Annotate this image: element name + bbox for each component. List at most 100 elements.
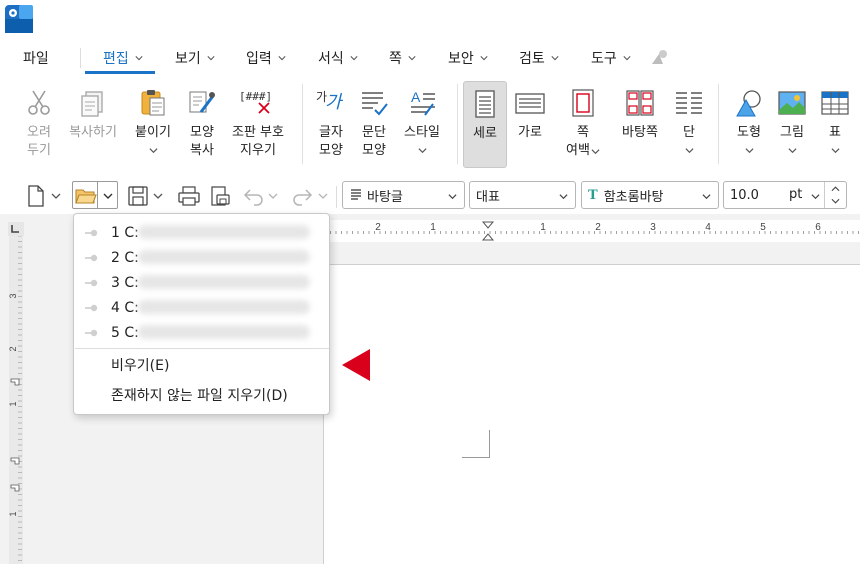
font-size-unit: pt (789, 187, 803, 202)
paste-button[interactable]: 붙이기 (133, 88, 173, 155)
char-shape-button[interactable]: 가 가 글자 모양 (316, 88, 346, 160)
chevron-down-icon[interactable] (268, 191, 278, 201)
pin-icon[interactable] (84, 328, 98, 338)
recent-file-item[interactable]: 2 C: (74, 245, 329, 270)
page-margin-corner-mark (462, 430, 490, 458)
menu-edit[interactable]: 편집 (103, 46, 143, 70)
menu-review[interactable]: 검토 (519, 46, 559, 70)
cut-label-2: 두기 (27, 143, 51, 158)
chevron-down-icon (207, 56, 215, 61)
clear-marks-label-2: 지우기 (240, 143, 276, 158)
ribbon-separator (302, 84, 303, 164)
print-preview-icon[interactable] (208, 184, 232, 208)
share-feedback-icon[interactable] (650, 48, 670, 66)
clear-marks-button[interactable]: [###] 조판 부호 지우기 (229, 88, 287, 160)
menu-tools[interactable]: 도구 (591, 46, 631, 70)
red-x-icon (258, 102, 270, 114)
margin-marker-icon[interactable] (10, 484, 20, 492)
menu-review-label: 검토 (519, 51, 545, 67)
copy-button[interactable]: 복사하기 (66, 88, 120, 142)
red-pointer-arrow-icon (342, 349, 370, 381)
chevron-down-icon[interactable] (831, 197, 840, 205)
margin-marker-icon[interactable] (10, 457, 20, 465)
recent-file-item[interactable]: 5 C: (74, 320, 329, 345)
landscape-button[interactable]: 가로 (512, 88, 548, 142)
recent-file-number: 4 C: (111, 299, 139, 316)
chevron-down-icon (787, 148, 797, 154)
new-document-icon[interactable] (24, 184, 48, 208)
vertical-ruler[interactable]: 3 2 1 1 (9, 236, 23, 564)
recent-file-item[interactable]: 4 C: (74, 295, 329, 320)
menu-page[interactable]: 쪽 (389, 46, 416, 70)
font-size-combo[interactable]: 10.0 pt (723, 181, 847, 209)
shape-icon (736, 90, 761, 117)
para-shape-button[interactable]: 문단 모양 (358, 88, 390, 160)
para-shape-label-2: 모양 (362, 143, 386, 158)
chevron-down-icon (135, 56, 143, 61)
ruler-tab-toggle-icon[interactable] (8, 222, 24, 236)
ruler-label: 3 (9, 293, 18, 298)
portrait-button[interactable]: 세로 (463, 81, 507, 168)
style-combo-value: 바탕글 (367, 189, 403, 205)
table-button[interactable]: 표 (820, 88, 850, 155)
undo-icon[interactable] (242, 184, 266, 208)
menu-security[interactable]: 보안 (448, 46, 488, 70)
picture-icon (778, 91, 806, 115)
chevron-up-icon[interactable] (831, 185, 840, 193)
style-combo[interactable]: 바탕글 (342, 181, 465, 209)
style-label: 스타일 (404, 125, 440, 140)
language-combo[interactable]: 대표 (469, 181, 576, 209)
chevron-down-icon (417, 148, 427, 154)
pin-icon[interactable] (84, 253, 98, 263)
menu-file-label: 파일 (23, 51, 49, 67)
chevron-down-icon[interactable] (318, 191, 328, 201)
pin-icon[interactable] (84, 228, 98, 238)
pin-icon[interactable] (84, 303, 98, 313)
open-folder-icon[interactable] (74, 184, 98, 208)
margin-top-marker-icon[interactable] (10, 378, 20, 386)
paste-label: 붙이기 (135, 125, 171, 140)
document-page[interactable] (323, 264, 860, 564)
vertical-ruler-ticks: 3 2 1 1 (9, 236, 22, 561)
ruler-label: 1 (9, 511, 18, 516)
clear-recent-menu-item[interactable]: 비우기(E) (111, 355, 169, 375)
columns-button[interactable]: 단 (674, 88, 704, 155)
redo-icon[interactable] (290, 184, 314, 208)
horizontal-ruler[interactable]: 2 1 1 2 3 4 5 6 (325, 220, 860, 242)
truetype-font-icon: T (588, 187, 598, 203)
recent-file-number: 1 C: (111, 224, 139, 241)
menu-separator (80, 48, 81, 68)
paragraph-style-icon (351, 189, 361, 200)
menu-view-label: 보기 (175, 51, 201, 67)
save-icon[interactable] (126, 184, 150, 208)
chevron-down-icon[interactable] (103, 191, 113, 201)
page-margin-button[interactable]: 쪽 여백 (563, 88, 603, 160)
landscape-icon (515, 93, 545, 114)
font-size-spinner[interactable] (824, 182, 846, 208)
scissors-icon (28, 90, 50, 115)
menu-format[interactable]: 서식 (318, 46, 358, 70)
page-margin-label-1: 쪽 (577, 125, 589, 140)
chevron-down-icon[interactable] (153, 191, 163, 201)
font-combo[interactable]: T 함초롬바탕 (581, 181, 719, 209)
menu-insert[interactable]: 입력 (246, 46, 286, 70)
menu-format-label: 서식 (318, 51, 344, 67)
recent-file-item[interactable]: 1 C: (74, 220, 329, 245)
remove-missing-files-menu-item[interactable]: 존재하지 않는 파일 지우기(D) (111, 385, 288, 405)
menu-file[interactable]: 파일 (23, 46, 49, 70)
ruler-label: 1 (540, 222, 546, 233)
chevron-down-icon[interactable] (51, 191, 61, 201)
menu-view[interactable]: 보기 (175, 46, 215, 70)
print-icon[interactable] (177, 184, 201, 208)
cut-button[interactable]: 오려 두기 (22, 88, 56, 160)
background-page-button[interactable]: 바탕쪽 (618, 88, 662, 142)
hancom-app-icon (5, 5, 33, 33)
recent-file-item[interactable]: 3 C: (74, 270, 329, 295)
title-bar (0, 0, 860, 40)
picture-button[interactable]: 그림 (776, 88, 808, 155)
shape-button[interactable]: 도형 (732, 88, 766, 155)
pin-icon[interactable] (84, 278, 98, 288)
clear-marks-icon: [###] (239, 88, 273, 118)
style-button[interactable]: A 스타일 (400, 88, 444, 155)
format-copy-button[interactable]: 모양 복사 (186, 88, 218, 160)
